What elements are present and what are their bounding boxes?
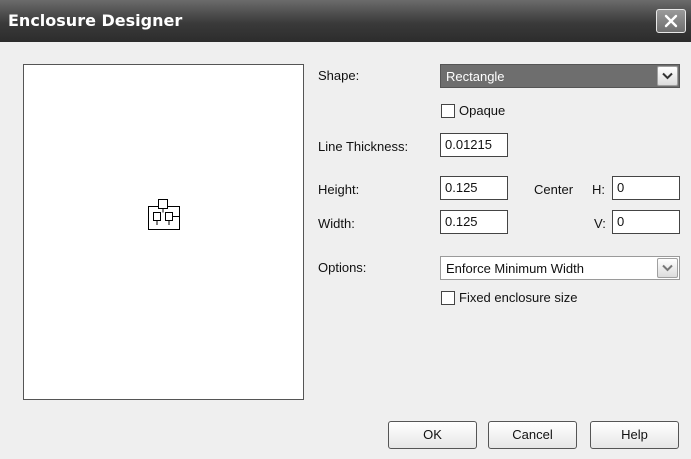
center-v-label: V: bbox=[594, 216, 606, 231]
fixed-size-label: Fixed enclosure size bbox=[459, 290, 578, 305]
ok-button[interactable]: OK bbox=[388, 421, 477, 449]
options-label: Options: bbox=[318, 260, 367, 275]
height-label: Height: bbox=[318, 182, 360, 197]
window-title: Enclosure Designer bbox=[8, 11, 183, 30]
cancel-button[interactable]: Cancel bbox=[488, 421, 577, 449]
center-h-field[interactable]: 0 bbox=[612, 176, 680, 200]
component-symbol-icon bbox=[148, 199, 180, 230]
options-dropdown-button[interactable] bbox=[657, 258, 678, 278]
width-field[interactable]: 0.125 bbox=[440, 210, 508, 234]
opaque-checkbox[interactable] bbox=[441, 104, 455, 118]
shape-select[interactable]: Rectangle bbox=[440, 64, 680, 88]
close-icon bbox=[664, 14, 678, 28]
shape-select-value: Rectangle bbox=[446, 69, 505, 84]
close-button[interactable] bbox=[656, 9, 686, 33]
line-thickness-field[interactable]: 0.01215 bbox=[440, 133, 508, 157]
center-v-field[interactable]: 0 bbox=[612, 210, 680, 234]
width-label: Width: bbox=[318, 216, 355, 231]
fixed-size-checkbox[interactable] bbox=[441, 291, 455, 305]
height-field[interactable]: 0.125 bbox=[440, 176, 508, 200]
center-label: Center bbox=[534, 182, 574, 197]
line-thickness-label: Line Thickness: bbox=[318, 139, 409, 154]
options-select[interactable]: Enforce Minimum Width bbox=[440, 256, 680, 280]
help-button[interactable]: Help bbox=[590, 421, 679, 449]
shape-label: Shape: bbox=[318, 68, 360, 83]
chevron-down-icon bbox=[662, 72, 673, 80]
shape-dropdown-button[interactable] bbox=[657, 66, 678, 86]
center-h-label: H: bbox=[592, 182, 605, 197]
enclosure-preview bbox=[23, 64, 304, 400]
opaque-label: Opaque bbox=[459, 103, 506, 118]
chevron-down-icon bbox=[662, 264, 673, 272]
title-bar: Enclosure Designer bbox=[0, 0, 691, 42]
options-select-value: Enforce Minimum Width bbox=[446, 261, 584, 276]
